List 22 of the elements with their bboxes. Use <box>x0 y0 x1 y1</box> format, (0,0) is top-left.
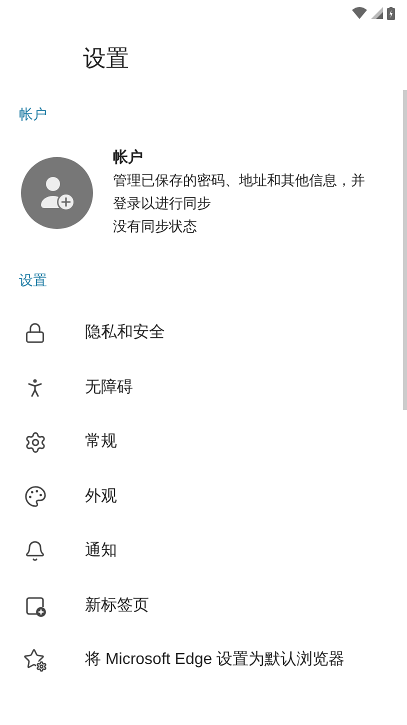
account-card[interactable]: 帐户 管理已保存的密码、地址和其他信息，并登录以进行同步 没有同步状态 <box>0 134 407 260</box>
sync-status: 没有同步状态 <box>113 217 198 236</box>
palette-icon <box>24 485 46 508</box>
bell-icon <box>24 540 46 562</box>
page-title: 设置 <box>83 44 129 73</box>
star-gear-icon <box>23 648 47 672</box>
settings-item[interactable]: 无障碍 <box>0 360 407 415</box>
account-title: 帐户 <box>113 148 144 168</box>
section-heading: 设置 <box>19 270 47 290</box>
settings-icon <box>24 430 46 454</box>
signal-icon <box>371 7 383 19</box>
settings-item[interactable]: 隐私和安全 <box>0 306 407 360</box>
settings-item[interactable]: 新标签页 <box>0 578 407 633</box>
settings-item[interactable]: 外观 <box>0 470 407 524</box>
wifi-icon <box>352 7 367 19</box>
settings-item[interactable]: 通知 <box>0 524 407 578</box>
account-description: 管理已保存的密码、地址和其他信息，并登录以进行同步 <box>113 171 366 213</box>
battery-icon <box>387 6 395 20</box>
settings-item[interactable]: 将 Microsoft Edge 设置为默认浏览器 <box>0 633 407 688</box>
section-heading: 帐户 <box>19 104 47 124</box>
lock-icon <box>24 322 46 344</box>
settings-item[interactable]: 常规 <box>0 415 407 470</box>
